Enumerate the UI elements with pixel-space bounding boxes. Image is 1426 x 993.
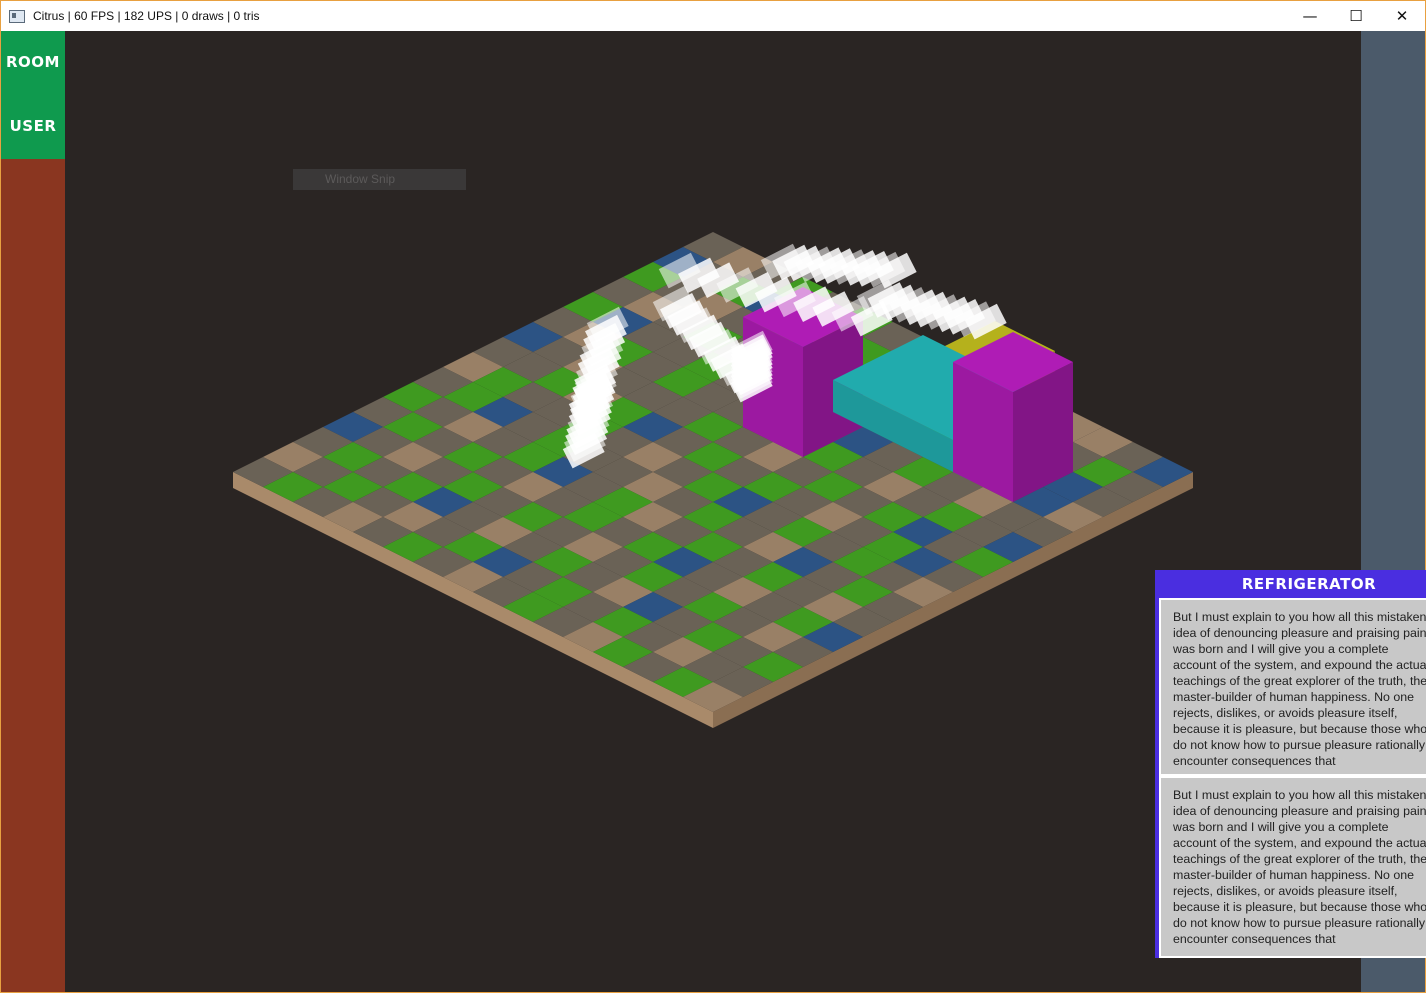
magenta-block[interactable] (953, 332, 1073, 502)
panel-entry-text: But I must explain to you how all this m… (1173, 610, 1426, 768)
panel-entry-text: But I must explain to you how all this m… (1173, 788, 1426, 946)
panel-entry-1[interactable]: But I must explain to you how all this m… (1159, 598, 1426, 776)
panel-title: REFRIGERATOR (1241, 575, 1377, 593)
panel-entry-2[interactable]: But I must explain to you how all this m… (1159, 776, 1426, 958)
refrigerator-panel[interactable]: REFRIGERATOR But I must explain to you h… (1155, 570, 1426, 958)
window-snip-label: Window Snip (293, 169, 466, 190)
